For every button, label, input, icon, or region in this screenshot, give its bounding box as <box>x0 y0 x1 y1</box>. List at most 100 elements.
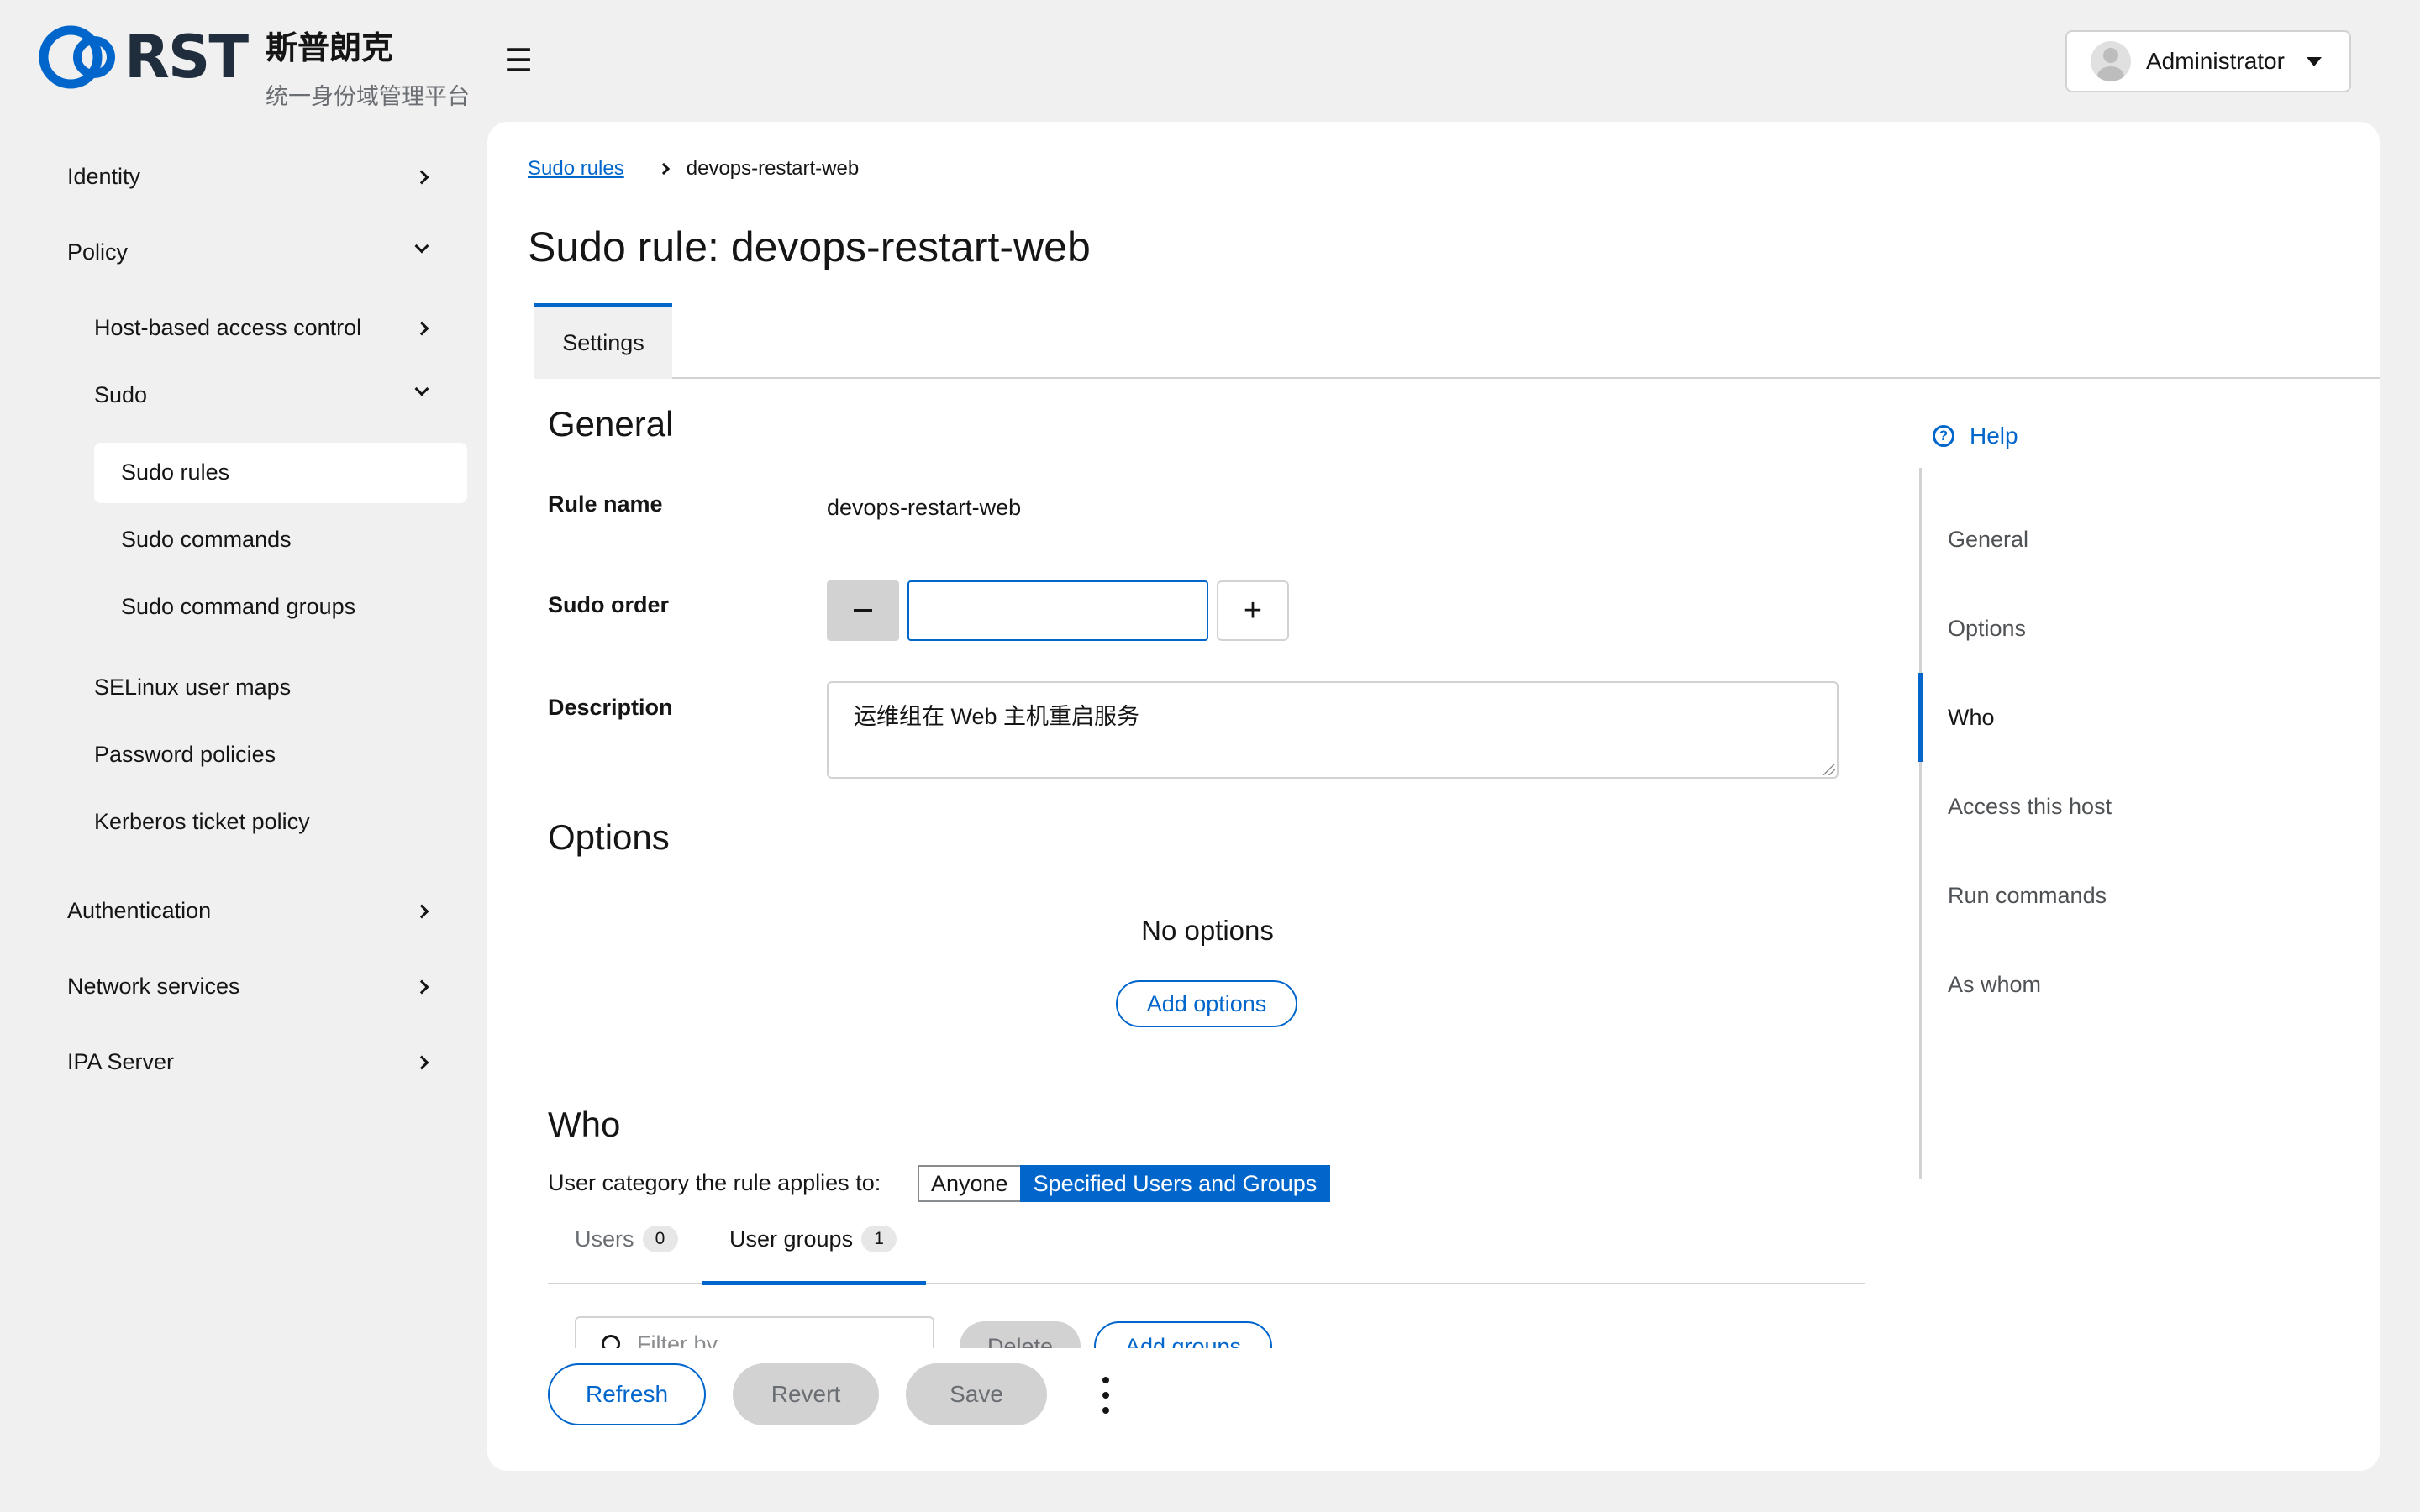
logo-text: RST <box>124 23 249 92</box>
options-empty-text: No options <box>1141 915 1274 946</box>
sidebar-item-label: Authentication <box>67 898 212 923</box>
help-label: Help <box>1970 423 2018 449</box>
sidebar-item-label: Identity <box>67 164 141 189</box>
chevron-down-icon <box>414 239 429 254</box>
jump-link-access-this-host[interactable]: Access this host <box>1948 794 2112 820</box>
chevron-right-icon <box>414 321 429 335</box>
chevron-right-icon <box>657 162 670 176</box>
sidebar-item-selinux-user-maps[interactable]: SELinux user maps <box>94 675 291 701</box>
chevron-down-icon <box>414 381 429 396</box>
refresh-button[interactable]: Refresh <box>548 1363 706 1425</box>
user-name: Administrator <box>2146 48 2285 74</box>
jump-link-options[interactable]: Options <box>1948 616 2026 642</box>
sidebar-item-label: Kerberos ticket policy <box>94 809 310 834</box>
description-textarea[interactable]: 运维组在 Web 主机重启服务 <box>827 681 1839 779</box>
sidebar-item-policy[interactable]: Policy <box>67 239 437 265</box>
sidebar-item-label: Network services <box>67 974 240 999</box>
jump-links-active-indicator <box>1918 673 1923 762</box>
chevron-right-icon <box>414 1055 429 1069</box>
revert-button[interactable]: Revert <box>733 1363 879 1425</box>
sidebar-item-label: Sudo <box>94 382 148 407</box>
user-category-specified[interactable]: Specified Users and Groups <box>1019 1165 1331 1202</box>
resize-handle-icon[interactable] <box>1823 764 1835 775</box>
sidebar-item-identity[interactable]: Identity <box>67 164 437 190</box>
user-category-anyone[interactable]: Anyone <box>918 1165 1020 1202</box>
delete-button[interactable]: Delete <box>960 1321 1081 1348</box>
user-category-label: User category the rule applies to: <box>548 1170 881 1195</box>
breadcrumb-current: devops-restart-web <box>686 157 860 180</box>
help-icon: ? <box>1933 425 1954 447</box>
tab-label: Users <box>575 1226 634 1252</box>
tab-settings[interactable]: Settings <box>534 303 672 379</box>
breadcrumb-link-sudo-rules[interactable]: Sudo rules <box>528 157 624 181</box>
chevron-right-icon <box>414 979 429 994</box>
caret-down-icon <box>2306 56 2322 66</box>
add-groups-button[interactable]: Add groups <box>1094 1321 1272 1348</box>
section-options-heading: Options <box>548 817 670 857</box>
description-label: Description <box>548 695 673 720</box>
chevron-right-icon <box>414 904 429 918</box>
sidebar-item-hbac[interactable]: Host-based access control <box>94 315 437 341</box>
sudo-order-decrement-button[interactable] <box>827 580 899 641</box>
jump-link-run-commands[interactable]: Run commands <box>1948 883 2107 909</box>
sidebar-item-label: SELinux user maps <box>94 675 292 700</box>
filter-input[interactable]: Filter by <box>575 1316 934 1348</box>
rule-name-value: devops-restart-web <box>827 495 1022 520</box>
sidebar-item-password-policies[interactable]: Password policies <box>94 742 276 768</box>
tab-users[interactable]: Users 0 <box>575 1226 678 1252</box>
brand-subtitle: 统一身份域管理平台 <box>266 84 470 109</box>
kebab-menu-icon[interactable] <box>1097 1377 1114 1414</box>
brand-text: 斯普朗克 统一身份域管理平台 <box>266 22 470 111</box>
sidebar-item-label: IPA Server <box>67 1049 175 1074</box>
sidebar-item-label: Host-based access control <box>94 315 362 340</box>
sudo-order-input[interactable] <box>908 580 1208 641</box>
jump-link-who[interactable]: Who <box>1948 705 1995 731</box>
main-card: Sudo rules devops-restart-web Sudo rule:… <box>487 122 2380 1471</box>
count-badge: 1 <box>861 1226 897 1252</box>
avatar <box>2091 41 2131 81</box>
sidebar-item-authentication[interactable]: Authentication <box>67 898 437 924</box>
jump-link-as-whom[interactable]: As whom <box>1948 972 2041 998</box>
tabs-divider <box>672 377 2380 379</box>
count-badge: 0 <box>642 1226 678 1252</box>
breadcrumb: Sudo rules devops-restart-web <box>528 157 859 181</box>
page-title: Sudo rule: devops-restart-web <box>528 223 1091 270</box>
tab-user-groups[interactable]: User groups 1 <box>729 1226 897 1252</box>
user-menu-toggle[interactable]: Administrator <box>2065 30 2351 92</box>
sidebar-item-label: Password policies <box>94 742 276 767</box>
brand-logo: RST <box>39 22 249 92</box>
brand-title: 斯普朗克 <box>266 31 394 66</box>
sudo-order-label: Sudo order <box>548 592 670 617</box>
sidebar-item-label: Sudo rules <box>121 459 230 485</box>
sidebar-item-label: Policy <box>67 239 129 265</box>
sidebar-item-sudo[interactable]: Sudo <box>94 381 437 408</box>
sidebar-item-label: Sudo commands <box>121 527 292 552</box>
search-icon <box>602 1335 620 1348</box>
hamburger-icon[interactable]: ☰ <box>504 42 533 80</box>
section-general-heading: General <box>548 404 674 444</box>
filter-placeholder: Filter by <box>637 1331 718 1349</box>
sidebar-item-label: Sudo command groups <box>121 594 356 619</box>
jump-links-rail <box>1919 468 1922 1179</box>
add-options-button[interactable]: Add options <box>1116 980 1297 1027</box>
masthead: RST 斯普朗克 统一身份域管理平台 ☰ Administrator <box>0 0 2420 122</box>
tab-label: Settings <box>562 330 644 355</box>
help-link[interactable]: ? Help <box>1933 423 2018 449</box>
minus-icon <box>854 609 872 612</box>
chevron-right-icon <box>414 170 429 184</box>
section-who-heading: Who <box>548 1105 621 1144</box>
sidebar-item-ipa-server[interactable]: IPA Server <box>67 1049 437 1075</box>
active-tab-indicator <box>702 1281 926 1285</box>
sidebar-item-sudo-command-groups[interactable]: Sudo command groups <box>121 594 355 620</box>
sidebar-item-sudo-rules[interactable]: Sudo rules <box>121 459 229 486</box>
jump-link-general[interactable]: General <box>1948 527 2028 553</box>
sudo-order-increment-button[interactable]: + <box>1217 580 1289 641</box>
action-footer: Refresh Revert Save <box>487 1348 2380 1471</box>
sidebar-item-sudo-commands[interactable]: Sudo commands <box>121 527 292 553</box>
sidebar-item-network-services[interactable]: Network services <box>67 974 437 1000</box>
save-button[interactable]: Save <box>906 1363 1047 1425</box>
sidebar-item-kerberos-ticket-policy[interactable]: Kerberos ticket policy <box>94 809 310 835</box>
user-category-toggle: Anyone Specified Users and Groups <box>918 1165 1331 1202</box>
tab-label: User groups <box>729 1226 854 1252</box>
logo-mark-icon <box>39 25 115 89</box>
